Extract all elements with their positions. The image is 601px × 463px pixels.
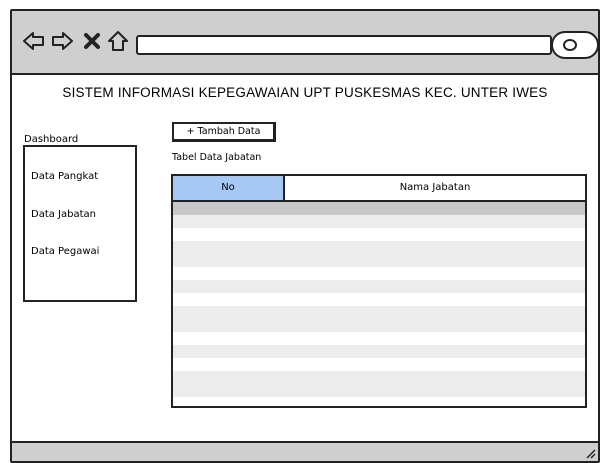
address-bar[interactable]	[136, 35, 552, 55]
table-body	[173, 202, 585, 406]
add-data-button[interactable]: + Tambah Data	[172, 122, 276, 142]
search-button[interactable]	[551, 31, 598, 59]
dashboard-link[interactable]: Dashboard	[24, 134, 78, 145]
table-row	[173, 254, 585, 267]
browser-window: SISTEM INFORMASI KEPEGAWAIAN UPT PUSKESM…	[10, 9, 600, 463]
table-row	[173, 371, 585, 384]
home-icon[interactable]	[106, 29, 130, 53]
table-row	[173, 293, 585, 306]
table-row	[173, 241, 585, 254]
column-header-no[interactable]: No	[173, 176, 285, 200]
sidebar-item-data-pangkat[interactable]: Data Pangkat	[31, 171, 98, 182]
table-row	[173, 306, 585, 319]
resize-grip-icon[interactable]	[586, 449, 596, 459]
table-header: No Nama Jabatan	[173, 176, 585, 202]
table-row	[173, 228, 585, 241]
table-row	[173, 319, 585, 332]
search-icon	[563, 39, 577, 51]
table-row	[173, 384, 585, 397]
table-row	[173, 345, 585, 358]
table-row	[173, 358, 585, 371]
page-title: SISTEM INFORMASI KEPEGAWAIAN UPT PUSKESM…	[62, 85, 548, 100]
sidebar-menu: Data Pangkat Data Jabatan Data Pegawai	[23, 145, 137, 302]
sidebar-item-data-pegawai[interactable]: Data Pegawai	[31, 246, 99, 257]
status-bar	[12, 441, 598, 461]
browser-toolbar	[12, 11, 598, 75]
back-arrow-icon[interactable]	[22, 29, 46, 53]
close-icon[interactable]	[80, 29, 104, 53]
table-row	[173, 332, 585, 345]
table-row	[173, 267, 585, 280]
forward-arrow-icon[interactable]	[50, 29, 74, 53]
table-row	[173, 215, 585, 228]
table-caption: Tabel Data Jabatan	[172, 152, 262, 163]
table-row	[173, 202, 585, 215]
table-row	[173, 280, 585, 293]
sidebar-item-data-jabatan[interactable]: Data Jabatan	[31, 209, 96, 220]
column-header-nama-jabatan[interactable]: Nama Jabatan	[285, 176, 585, 200]
jabatan-table: No Nama Jabatan	[171, 174, 587, 408]
